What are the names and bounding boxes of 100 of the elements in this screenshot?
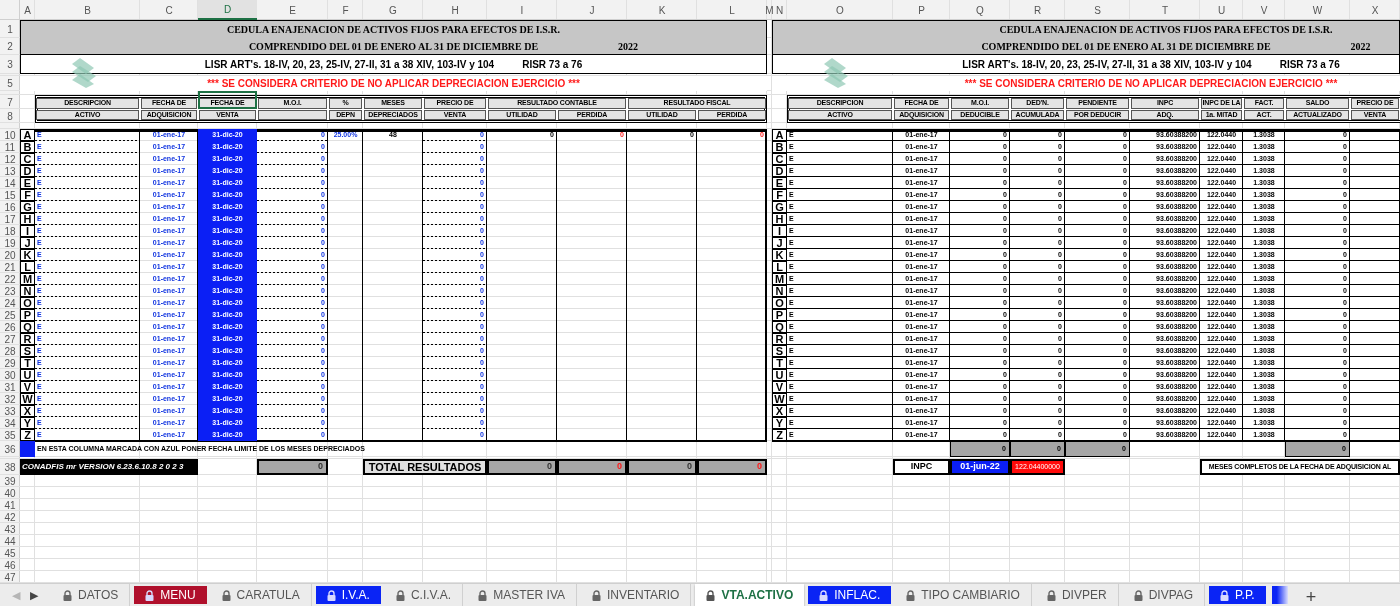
sheet-tab[interactable]: INVENTARIO [581,584,692,606]
column-header[interactable]: T [1130,0,1200,20]
row-letter: Y [772,417,787,429]
row-header[interactable]: 14 [0,177,20,189]
row-letter: K [20,249,35,261]
column-header[interactable]: R [1010,0,1065,20]
row-header[interactable]: 30 [0,369,20,381]
row-header[interactable]: 24 [0,297,20,309]
column-header[interactable]: L [697,0,767,20]
column-header[interactable]: I [487,0,557,20]
sheet-tab[interactable]: INFLAC. [808,586,892,604]
column-header[interactable]: D [198,0,257,20]
row-header[interactable]: 35 [0,429,20,441]
row-header[interactable]: 34 [0,417,20,429]
row-header[interactable]: 12 [0,153,20,165]
column-header[interactable]: P [893,0,950,20]
sheet-tab[interactable] [1271,586,1288,604]
row-header[interactable]: 28 [0,345,20,357]
sheet-tab[interactable]: TIPO CAMBIARIO [895,584,1032,606]
stripes-logo-icon [822,58,850,88]
column-header[interactable]: B [35,0,140,20]
column-header[interactable]: H [423,0,487,20]
column-header[interactable]: E [257,0,328,20]
row-header[interactable]: 36 [0,441,20,457]
column-header[interactable]: O [787,0,893,20]
row-header[interactable]: 23 [0,285,20,297]
row-letter: E [772,177,787,189]
row-header[interactable]: 22 [0,273,20,285]
form-title: CEDULA ENAJENACION DE ACTIVOS FIJOS PARA EFECTOS DE I.S.R. [226,22,561,37]
column-header[interactable]: J [557,0,627,20]
form-subtitle: COMPRENDIDO DEL 01 DE ENERO AL 31 DE DICIEMBRE DE [981,40,1271,54]
row-header[interactable]: 25 [0,309,20,321]
row-header[interactable]: 7 [0,95,20,109]
row-header[interactable]: 41 [0,499,20,511]
row-header[interactable]: 2 [0,38,20,55]
column-header[interactable]: S [1065,0,1130,20]
row-header[interactable]: 21 [0,261,20,273]
sheet-tab[interactable]: I.V.A. [315,586,381,604]
row-header[interactable]: 11 [0,141,20,153]
sheet-tab[interactable]: DIVPAG [1122,584,1206,606]
form-title: CEDULA ENAJENACION DE ACTIVOS FIJOS PARA EFECTOS DE I.S.R. [999,22,1333,37]
row-header[interactable]: 44 [0,535,20,547]
notice-text: *** SE CONSIDERA CRITERIO DE NO APLICAR DEPRECIACION EJERCICIO *** [964,77,1338,91]
row-header[interactable]: 33 [0,405,20,417]
row-header[interactable]: 27 [0,333,20,345]
row-header[interactable]: 46 [0,559,20,571]
row-letter: A [772,129,787,141]
row-header[interactable]: 29 [0,357,20,369]
sheet-tab[interactable]: C.I.V.A. [384,584,464,606]
row-header[interactable]: 32 [0,393,20,405]
row-letter: S [772,345,787,357]
row-header[interactable]: 18 [0,225,20,237]
column-header[interactable]: W [1285,0,1350,20]
row-header[interactable]: 3 [0,55,20,74]
active-cell[interactable] [198,91,257,109]
row-header[interactable]: 47 [0,571,20,583]
column-header[interactable]: X [1350,0,1400,20]
row-header[interactable]: 40 [0,487,20,499]
row-header[interactable]: 43 [0,523,20,535]
sheet-tab[interactable]: MASTER IVA [467,584,577,606]
row-header[interactable]: 8 [0,109,20,123]
row-header[interactable]: 1 [0,20,20,38]
legal-reference: LISR ART's. 18-IV, 20, 23, 25-IV, 27-II, 31 a 38 XIV, 103-IV y 104 [204,58,495,72]
column-header[interactable]: V [1243,0,1285,20]
column-header[interactable]: N [772,0,787,20]
sheet-tab[interactable]: DIVPER [1035,584,1119,606]
row-header[interactable]: 39 [0,475,20,487]
row-header[interactable]: 42 [0,511,20,523]
row-letter: L [772,261,787,273]
column-header[interactable]: F [328,0,363,20]
column-header[interactable]: U [1200,0,1243,20]
row-header[interactable]: 15 [0,189,20,201]
column-header[interactable]: K [627,0,697,20]
sheet-tab[interactable]: VTA.ACTIVO [695,584,805,606]
next-sheet-button[interactable]: ▶ [30,586,38,604]
row-letter: H [20,213,35,225]
inpc-date-cell[interactable]: 01-jun-22 [950,459,1010,475]
column-header[interactable]: C [140,0,198,20]
row-header[interactable]: 10 [0,129,20,141]
sheet-tab[interactable]: DATOS [52,584,131,606]
row-header[interactable]: 26 [0,321,20,333]
row-header[interactable]: 31 [0,381,20,393]
row-header[interactable]: 13 [0,165,20,177]
row-header[interactable]: 45 [0,547,20,559]
row-letter: Z [20,429,35,441]
row-header[interactable]: 16 [0,201,20,213]
column-header[interactable]: Q [950,0,1010,20]
sheet-tab[interactable]: CARATULA [210,584,312,606]
row-header[interactable]: 38 [0,459,20,475]
add-sheet-button[interactable]: + [1293,584,1329,606]
row-header[interactable]: 19 [0,237,20,249]
row-header[interactable]: 5 [0,76,20,91]
row-header[interactable]: 17 [0,213,20,225]
row-header[interactable]: 20 [0,249,20,261]
column-header[interactable]: A [20,0,35,20]
sheet-tab[interactable]: P.P. [1209,586,1266,604]
column-header[interactable]: M [767,0,772,20]
total-cell: 0 [557,459,627,475]
column-header[interactable]: G [363,0,423,20]
sheet-tab[interactable]: MENU [134,586,207,604]
